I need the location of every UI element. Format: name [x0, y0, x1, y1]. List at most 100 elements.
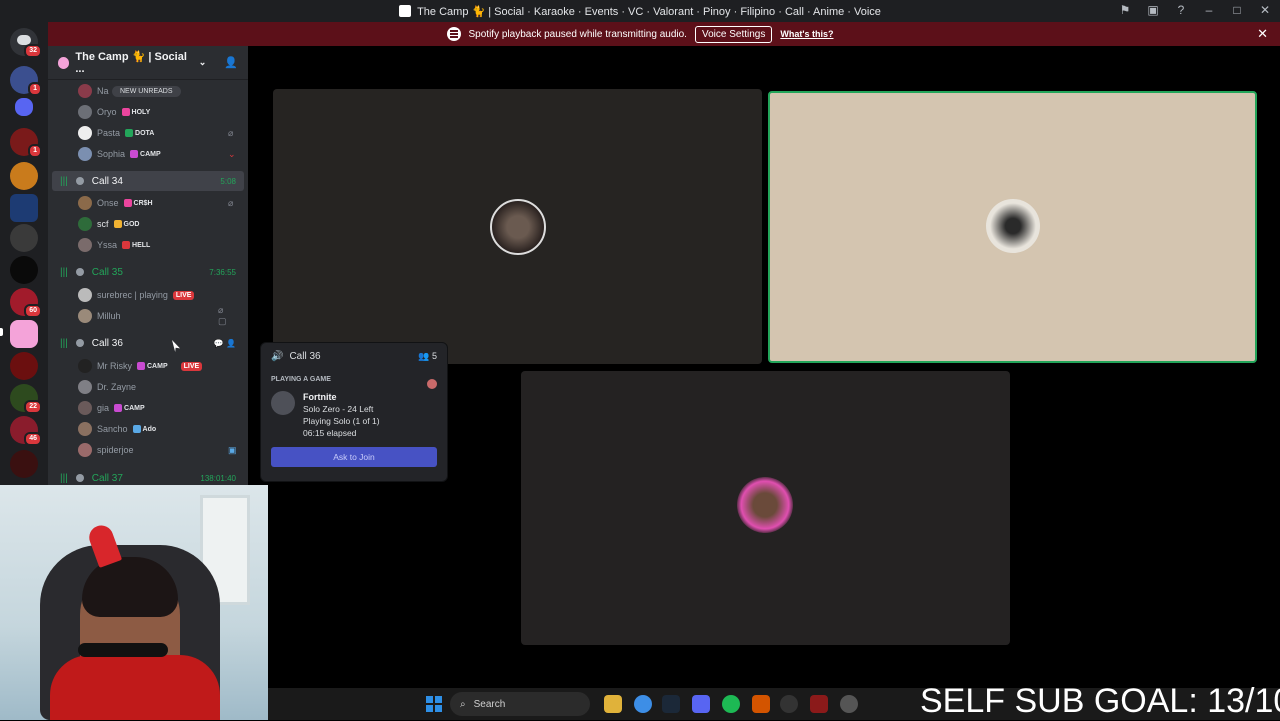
discord-logo-icon: [399, 5, 412, 17]
invite-people-icon[interactable]: 👤: [224, 56, 238, 69]
member-tag: Ado: [132, 425, 157, 433]
avatar: [78, 380, 92, 394]
maximize-button[interactable]: □: [1230, 3, 1244, 17]
whats-this-link[interactable]: What's this?: [780, 29, 833, 39]
camp-icon: [137, 362, 145, 370]
close-window-button[interactable]: ✕: [1258, 3, 1272, 17]
minimize-button[interactable]: –: [1202, 3, 1216, 17]
soundwave-icon: |||: [60, 175, 68, 187]
deafened-icon: ⌀: [228, 127, 234, 138]
server-icon-4[interactable]: [10, 256, 38, 284]
count-value: 5: [431, 351, 437, 361]
obs-icon[interactable]: [780, 695, 798, 713]
video-tile-1[interactable]: [273, 89, 762, 364]
microphone: [78, 643, 168, 657]
voice-member[interactable]: Sophia CAMP ⌄: [78, 145, 236, 163]
voice-member[interactable]: Pasta DOTA ⌀: [78, 124, 233, 142]
voice-channel-call-36[interactable]: ||| Call 36 💬 👤: [52, 333, 244, 353]
chevron-down-icon[interactable]: ⌄: [199, 57, 207, 68]
user-avatar: [427, 379, 437, 389]
avatar: [78, 196, 92, 210]
taskbar-search[interactable]: ⌕ Search: [450, 692, 590, 716]
app-icon-2[interactable]: [810, 695, 828, 713]
server-icon-3[interactable]: [10, 224, 38, 252]
app-icon-3[interactable]: [840, 695, 858, 713]
server-icon-1[interactable]: 1: [10, 66, 42, 96]
voice-member[interactable]: Yssa HELL: [78, 236, 150, 254]
video-tile-2-speaking[interactable]: [768, 91, 1257, 363]
voice-member[interactable]: Na ⌀: [78, 82, 109, 100]
speaker-icon: [75, 177, 84, 185]
file-explorer-icon[interactable]: [604, 695, 622, 713]
member-name: spiderjoe: [97, 445, 134, 455]
server-icon-the-camp[interactable]: [10, 320, 38, 348]
game-activity: Fortnite Solo Zero - 24 Left Playing Sol…: [271, 391, 437, 439]
server-icon-9[interactable]: [10, 450, 38, 478]
crown-icon: [113, 220, 122, 228]
spotify-taskbar-icon[interactable]: [722, 695, 740, 713]
voice-member[interactable]: surebrec | playing LIVE: [78, 286, 195, 304]
heart-icon: [123, 199, 132, 207]
help-icon[interactable]: ?: [1174, 3, 1188, 17]
voice-settings-button[interactable]: Voice Settings: [694, 25, 773, 43]
server-icon-2[interactable]: 1: [10, 128, 42, 158]
member-tag: GOD: [113, 220, 139, 228]
popout-header: 🔊 Call 36 👥 5: [271, 351, 437, 362]
windows-start-icon[interactable]: [426, 696, 442, 712]
member-name: Sancho: [97, 424, 128, 434]
server-flower-icon: [58, 56, 70, 69]
tag-text: CAMP: [140, 150, 161, 158]
devil-icon: [122, 241, 131, 249]
title-bar: The Camp 🐈 | Social · Karaoke · Events ·…: [0, 0, 1280, 22]
participant-avatar: [490, 199, 546, 255]
server-icon-6[interactable]: [10, 352, 38, 380]
server-icon-8[interactable]: 46: [10, 416, 42, 446]
voice-member[interactable]: Milluh ⌀ ▢: [78, 305, 227, 326]
ask-to-join-button[interactable]: Ask to Join: [271, 447, 437, 467]
member-name: Yssa: [97, 240, 118, 250]
channel-actions-icon[interactable]: 💬 👤: [214, 339, 236, 348]
video-tile-3[interactable]: [521, 371, 1010, 645]
voice-member[interactable]: Oryo HOLY: [78, 103, 150, 121]
voice-channel-call-37[interactable]: ||| Call 37 138:01:40: [52, 468, 244, 485]
voice-member[interactable]: spiderjoe ▣: [78, 441, 237, 459]
voice-member[interactable]: Mr Risky CAMP LIVE: [78, 357, 203, 375]
voice-member[interactable]: scf GOD: [78, 215, 139, 233]
server-icon-sixtine[interactable]: [10, 194, 38, 222]
avatar: [78, 443, 92, 457]
server-header[interactable]: The Camp 🐈 | Social ... ⌄ 👤: [48, 46, 248, 80]
tag-text: Ado: [142, 425, 157, 433]
server-icon-5[interactable]: 60: [10, 288, 42, 318]
folder-icon[interactable]: [15, 98, 33, 116]
spotify-notice-bar: Spotify playback paused while transmitti…: [0, 22, 1280, 46]
app-icon[interactable]: [752, 695, 770, 713]
server-icon-7[interactable]: 22: [10, 384, 42, 414]
screen-icon[interactable]: ▣: [1146, 3, 1160, 17]
server-icon-pizzeria[interactable]: [10, 162, 38, 190]
home-button[interactable]: 32: [10, 28, 42, 58]
channel-name: Call 37: [91, 472, 123, 484]
voice-channel-call-34[interactable]: ||| Call 34 5:08: [52, 171, 244, 191]
voice-member[interactable]: Sancho Ado: [78, 420, 156, 438]
voice-member[interactable]: Dr. Zayne: [78, 378, 136, 396]
voice-member[interactable]: gia CAMP: [78, 399, 145, 417]
server-badge: 1: [28, 144, 42, 158]
selected-pill: [0, 328, 3, 336]
close-notice-icon[interactable]: ✕: [1257, 26, 1268, 42]
avatar: [78, 105, 92, 119]
chrome-icon[interactable]: [634, 695, 652, 713]
voice-member[interactable]: Onse CR$H ⌀: [78, 194, 233, 212]
voice-channel-call-35[interactable]: ||| Call 35 7:36:55: [52, 262, 244, 282]
avatar: [78, 147, 92, 161]
steam-icon[interactable]: [662, 695, 680, 713]
discord-icon[interactable]: [692, 695, 710, 713]
search-icon: ⌕: [460, 698, 466, 710]
new-unreads-badge[interactable]: NEW UNREADS: [112, 86, 181, 97]
channel-timer: 5:08: [220, 176, 236, 186]
member-tag: HOLY: [121, 108, 150, 116]
speaker-icon: 🔊: [271, 351, 284, 362]
avatar: [78, 359, 92, 373]
inbox-icon[interactable]: ⚑: [1118, 3, 1132, 17]
speaker-icon: [75, 268, 84, 276]
member-name: scf: [97, 219, 109, 229]
